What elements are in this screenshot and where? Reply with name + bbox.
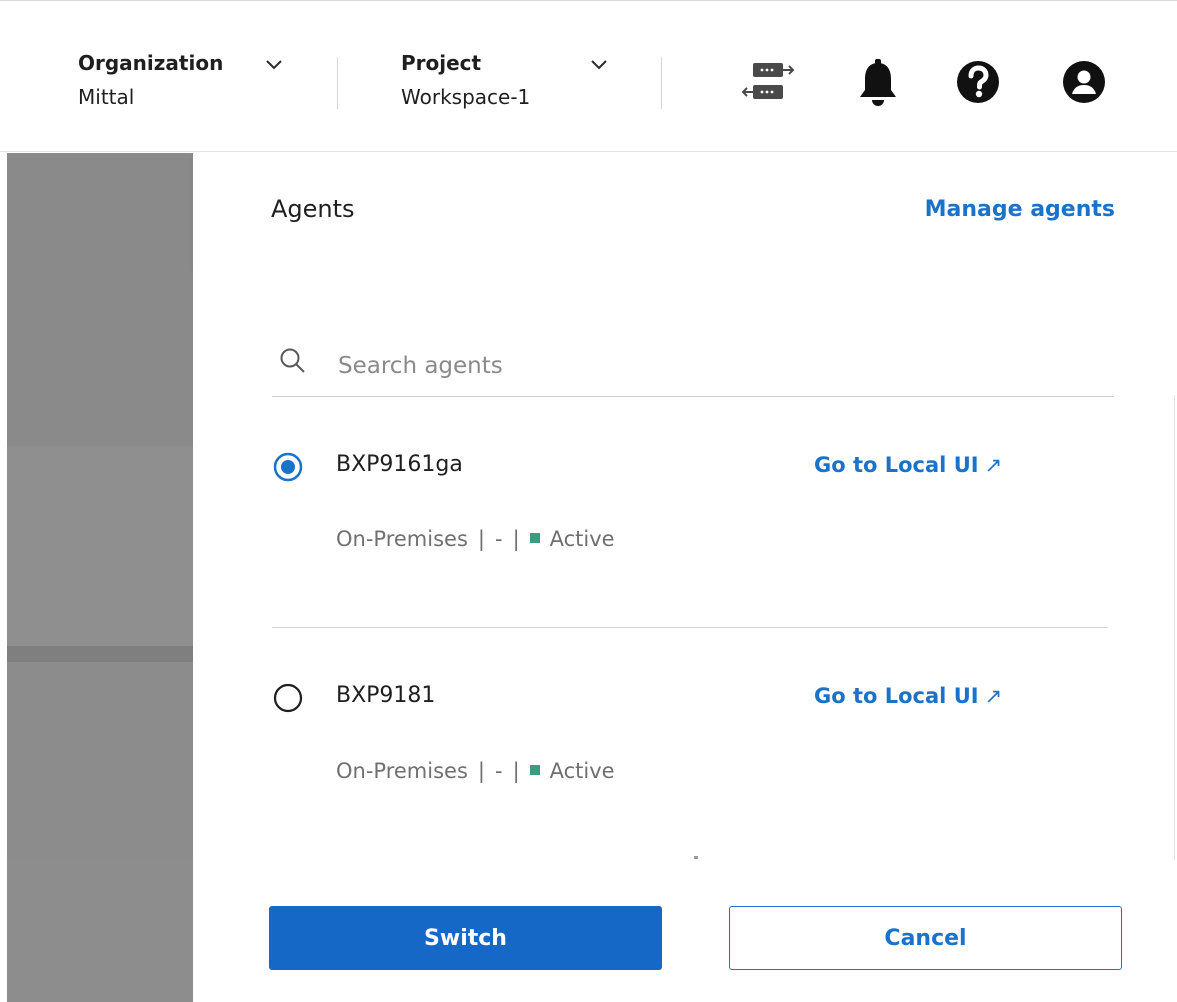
manage-agents-link[interactable]: Manage agents bbox=[925, 197, 1115, 222]
project-selector[interactable]: Project Workspace-1 bbox=[401, 49, 530, 111]
link-label: Go to Local UI bbox=[814, 453, 979, 477]
header-divider bbox=[661, 57, 662, 109]
user-icon[interactable] bbox=[1061, 59, 1107, 105]
status-text: Active bbox=[549, 527, 615, 551]
status-text: Active bbox=[549, 759, 615, 783]
meta-separator: | bbox=[477, 527, 485, 551]
meta-separator: | bbox=[512, 527, 520, 551]
cancel-button[interactable]: Cancel bbox=[729, 906, 1122, 970]
project-label: Project bbox=[401, 51, 482, 75]
radio-unselected-icon[interactable] bbox=[273, 683, 303, 713]
list-divider bbox=[272, 627, 1108, 628]
switch-button[interactable]: Switch bbox=[269, 906, 662, 970]
agent-type: On-Premises bbox=[336, 527, 468, 551]
agent-meta: On-Premises | - | Active bbox=[336, 527, 615, 551]
panel-title: Agents bbox=[271, 195, 355, 223]
agent-detail: - bbox=[494, 759, 503, 783]
header-divider bbox=[337, 57, 338, 109]
search-bar bbox=[272, 338, 1114, 397]
agent-name: BXP9161ga bbox=[336, 452, 463, 477]
backdrop-overlay bbox=[7, 662, 193, 860]
meta-separator: | bbox=[477, 759, 485, 783]
organization-selector[interactable]: Organization Mittal bbox=[78, 49, 223, 111]
backdrop-overlay bbox=[7, 446, 193, 646]
project-value: Workspace-1 bbox=[401, 85, 531, 109]
go-to-local-ui-link[interactable]: Go to Local UI ↗ bbox=[814, 684, 1002, 708]
agent-name: BXP9181 bbox=[336, 683, 436, 708]
search-input[interactable] bbox=[336, 348, 1080, 384]
top-header: Organization Mittal Project Workspace-1 bbox=[0, 0, 1177, 152]
backdrop-overlay bbox=[7, 646, 193, 662]
link-label: Go to Local UI bbox=[814, 684, 979, 708]
agent-type: On-Premises bbox=[336, 759, 468, 783]
external-link-icon: ↗ bbox=[984, 453, 1003, 477]
chevron-down-icon[interactable] bbox=[588, 57, 610, 71]
agent-list-item[interactable]: BXP9181 Go to Local UI ↗ On-Premises | - | Ac… bbox=[193, 673, 1177, 793]
search-icon bbox=[280, 348, 305, 373]
organization-value: Mittal bbox=[78, 85, 135, 109]
backdrop-overlay bbox=[7, 153, 193, 446]
agent-switch-icon[interactable] bbox=[738, 61, 798, 105]
status-indicator bbox=[529, 533, 540, 543]
organization-label: Organization bbox=[78, 51, 224, 75]
radio-selected-icon[interactable] bbox=[273, 452, 303, 482]
external-link-icon: ↗ bbox=[984, 684, 1003, 708]
backdrop-overlay bbox=[7, 860, 193, 1002]
agent-meta: On-Premises | - | Active bbox=[336, 759, 615, 783]
go-to-local-ui-link[interactable]: Go to Local UI ↗ bbox=[814, 453, 1002, 477]
agents-panel-header: Agents Manage agents bbox=[193, 153, 1177, 265]
meta-separator: | bbox=[512, 759, 520, 783]
bell-icon[interactable] bbox=[856, 57, 900, 109]
scroll-fade-marker bbox=[694, 856, 698, 859]
status-indicator bbox=[529, 765, 540, 775]
help-icon[interactable] bbox=[955, 59, 1001, 105]
agent-detail: - bbox=[494, 527, 503, 551]
chevron-down-icon[interactable] bbox=[263, 57, 285, 71]
agent-list-item[interactable]: BXP9161ga Go to Local UI ↗ On-Premises | - |… bbox=[193, 440, 1177, 560]
